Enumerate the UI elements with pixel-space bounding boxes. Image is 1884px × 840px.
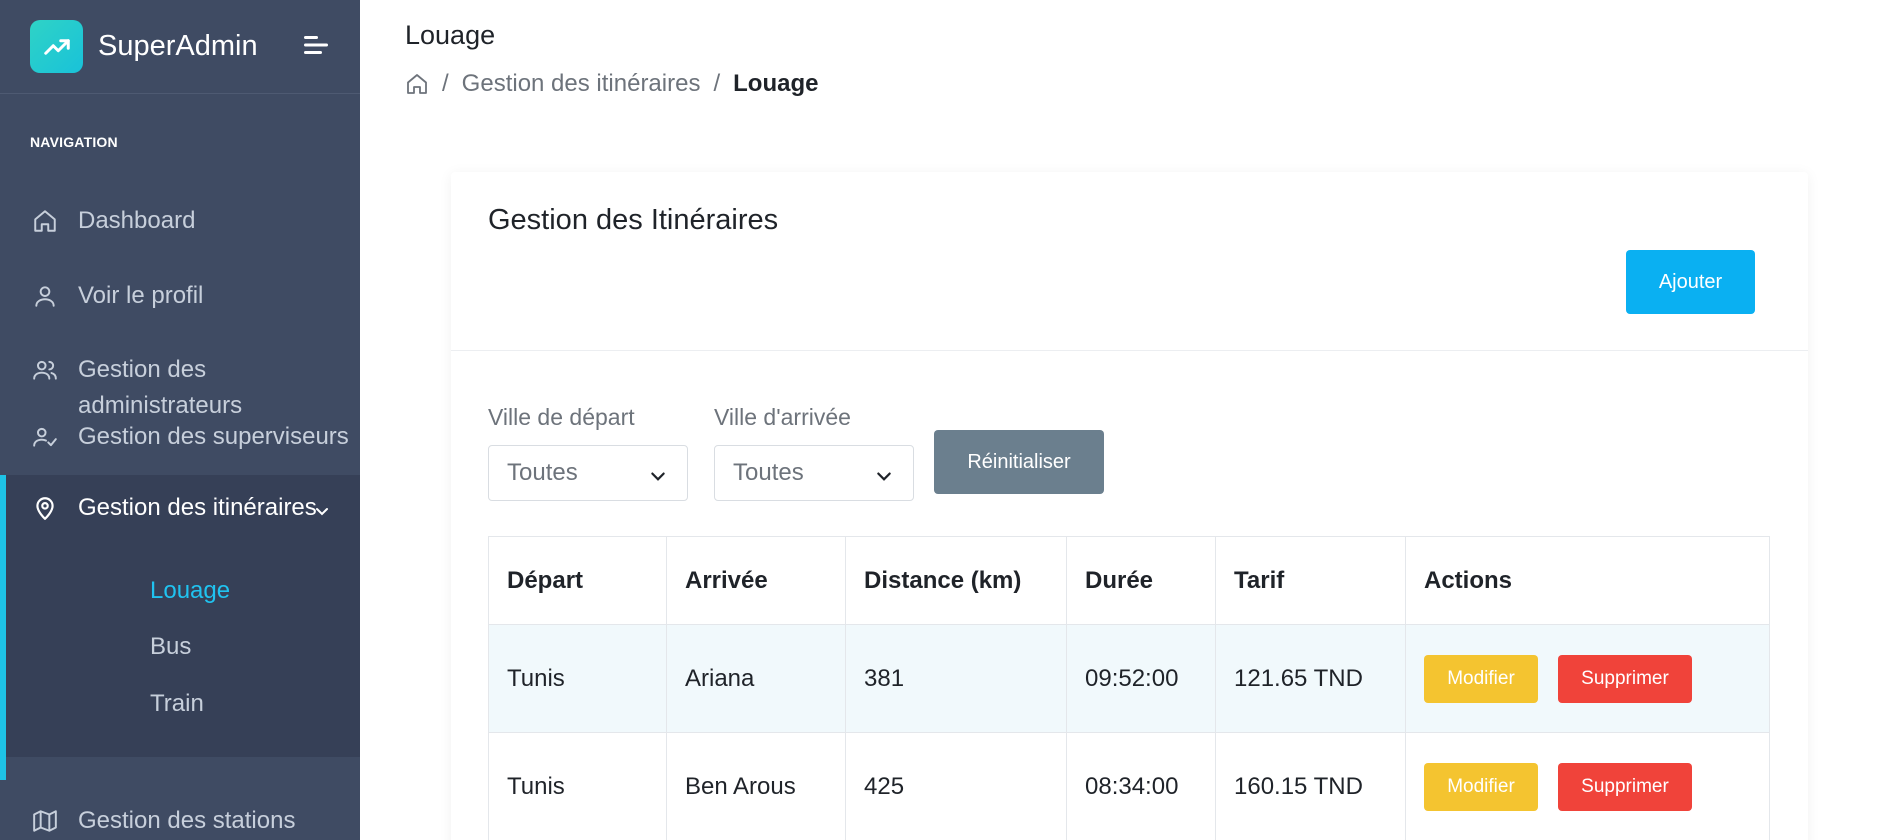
menu-toggle-icon[interactable] bbox=[302, 33, 332, 57]
cell-depart: Tunis bbox=[488, 624, 667, 733]
chevron-down-icon bbox=[314, 499, 330, 516]
sidebar-item-label: Gestion des superviseurs bbox=[78, 423, 349, 450]
breadcrumb-separator: / bbox=[442, 70, 449, 97]
reset-button[interactable]: Réinitialiser bbox=[934, 430, 1104, 494]
sidebar-item-label-line1: Gestion des bbox=[78, 356, 207, 383]
user-icon bbox=[32, 283, 58, 309]
breadcrumb: / Gestion des itinéraires / Louage bbox=[405, 70, 818, 98]
page-title: Louage bbox=[405, 20, 496, 50]
sidebar-item-itineraries[interactable]: Gestion des itinéraires bbox=[0, 475, 360, 541]
brand-name[interactable]: SuperAdmin bbox=[98, 30, 258, 63]
trending-up-icon[interactable] bbox=[30, 20, 83, 73]
delete-button[interactable]: Supprimer bbox=[1558, 762, 1692, 811]
departure-select[interactable]: Toutes bbox=[488, 445, 688, 501]
itineraries-card: Gestion des Itinéraires Ajouter Ville de… bbox=[451, 172, 1808, 840]
arrival-filter-label: Ville d'arrivée bbox=[714, 404, 851, 430]
column-header-duree: Durée bbox=[1066, 536, 1216, 625]
sidebar-item-supervisors[interactable]: Gestion des superviseurs bbox=[0, 419, 360, 455]
add-button[interactable]: Ajouter bbox=[1626, 250, 1755, 314]
departure-filter-label: Ville de départ bbox=[488, 404, 635, 430]
delete-button[interactable]: Supprimer bbox=[1558, 654, 1692, 703]
chevron-down-icon bbox=[875, 465, 893, 483]
card-divider bbox=[451, 350, 1808, 351]
cell-distance: 381 bbox=[845, 624, 1067, 733]
submenu-item-bus[interactable]: Bus bbox=[150, 633, 191, 661]
sidebar-item-dashboard[interactable]: Dashboard bbox=[0, 203, 360, 239]
column-header-distance: Distance (km) bbox=[845, 536, 1067, 625]
cell-duree: 08:34:00 bbox=[1066, 732, 1216, 840]
cell-distance: 425 bbox=[845, 732, 1067, 840]
cell-depart: Tunis bbox=[488, 732, 667, 840]
cell-tarif: 160.15 TND bbox=[1215, 732, 1406, 840]
active-indicator bbox=[0, 475, 6, 780]
table-row: Tunis Ariana 381 09:52:00 121.65 TND Mod… bbox=[488, 624, 1770, 733]
edit-button[interactable]: Modifier bbox=[1424, 762, 1538, 811]
table-row: Tunis Ben Arous 425 08:34:00 160.15 TND … bbox=[488, 732, 1770, 840]
itineraries-submenu: Louage Bus Train bbox=[0, 541, 360, 757]
sidebar-item-label: Voir le profil bbox=[78, 282, 204, 309]
column-header-tarif: Tarif bbox=[1215, 536, 1406, 625]
home-icon bbox=[32, 208, 58, 234]
brand: SuperAdmin bbox=[0, 0, 360, 94]
user-check-icon bbox=[32, 424, 58, 450]
nav-heading: NAVIGATION bbox=[30, 134, 118, 150]
table-header-row: Départ Arrivée Distance (km) Durée Tarif… bbox=[488, 536, 1770, 625]
sidebar-item-label: Dashboard bbox=[78, 207, 196, 234]
cell-arrivee: Ben Arous bbox=[666, 732, 846, 840]
column-header-actions: Actions bbox=[1405, 536, 1770, 625]
sidebar-item-label: Gestion des stations bbox=[78, 807, 296, 834]
breadcrumb-separator: / bbox=[713, 70, 721, 97]
submenu-item-train[interactable]: Train bbox=[150, 690, 204, 718]
breadcrumb-parent[interactable]: Gestion des itinéraires bbox=[462, 70, 701, 98]
arrival-select-value: Toutes bbox=[733, 459, 804, 486]
users-icon bbox=[32, 357, 58, 383]
column-header-arrivee: Arrivée bbox=[666, 536, 846, 625]
map-pin-icon bbox=[32, 495, 58, 521]
card-title: Gestion des Itinéraires bbox=[488, 204, 779, 236]
edit-button[interactable]: Modifier bbox=[1424, 654, 1538, 703]
departure-select-value: Toutes bbox=[507, 459, 578, 486]
arrival-select[interactable]: Toutes bbox=[714, 445, 914, 501]
sidebar: SuperAdmin NAVIGATION Dashboard Voir le … bbox=[0, 0, 360, 840]
cell-tarif: 121.65 TND bbox=[1215, 624, 1406, 733]
map-icon bbox=[32, 808, 58, 834]
sidebar-item-stations[interactable]: Gestion des stations bbox=[0, 803, 360, 839]
home-icon[interactable] bbox=[405, 72, 429, 96]
submenu-item-louage[interactable]: Louage bbox=[150, 577, 230, 605]
chevron-down-icon bbox=[649, 465, 667, 483]
breadcrumb-current: Louage bbox=[733, 70, 819, 97]
sidebar-item-admins[interactable]: Gestion des administrateurs bbox=[0, 352, 360, 424]
cell-actions: Modifier Supprimer bbox=[1405, 624, 1770, 733]
sidebar-item-label: Gestion des itinéraires bbox=[78, 494, 317, 521]
column-header-depart: Départ bbox=[488, 536, 667, 625]
cell-arrivee: Ariana bbox=[666, 624, 846, 733]
cell-actions: Modifier Supprimer bbox=[1405, 732, 1770, 840]
sidebar-item-profile[interactable]: Voir le profil bbox=[0, 278, 360, 314]
itineraries-table: Départ Arrivée Distance (km) Durée Tarif… bbox=[488, 536, 1770, 840]
cell-duree: 09:52:00 bbox=[1066, 624, 1216, 733]
